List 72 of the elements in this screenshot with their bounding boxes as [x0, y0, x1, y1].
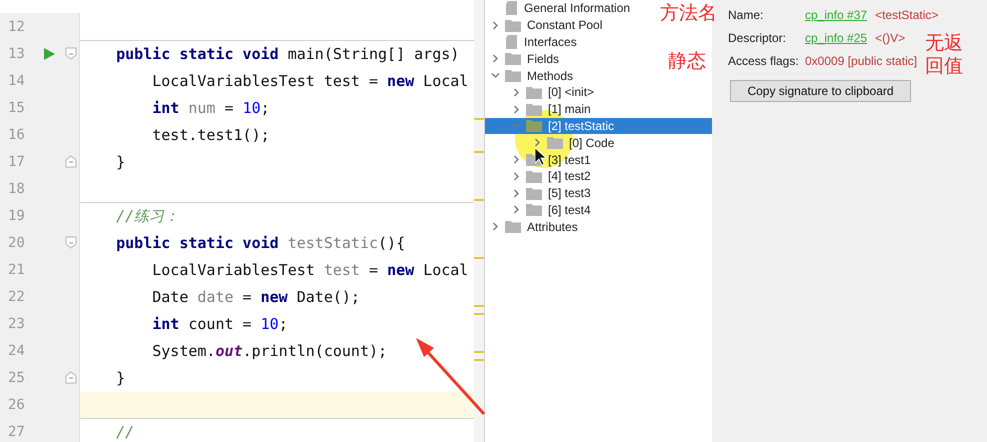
fold-icon[interactable]	[65, 155, 77, 168]
field-label: Name:	[728, 8, 764, 22]
chevron-right-icon[interactable]	[491, 222, 500, 232]
folder-icon	[505, 220, 521, 234]
code-line: Date date = new Date();	[151, 288, 360, 306]
line-number: 19	[8, 208, 26, 224]
folder-icon	[505, 52, 521, 66]
code-line: //	[115, 423, 134, 441]
line-number: 15	[8, 100, 26, 116]
line-number: 13	[8, 46, 26, 62]
field-value: <testStatic>	[875, 8, 938, 22]
tree-item[interactable]: Interfaces	[485, 34, 577, 50]
file-icon	[505, 1, 518, 16]
line-number: 18	[8, 180, 26, 196]
tree-item[interactable]: [5] test3	[485, 184, 591, 202]
tree-item[interactable]: Constant Pool	[485, 16, 602, 34]
annotation-text: 方法名	[660, 2, 717, 25]
file-icon	[505, 34, 518, 49]
field-value: 0x0009 [public static]	[805, 54, 918, 68]
field-label: Access flags:	[728, 54, 800, 68]
tree-item[interactable]: [4] test2	[485, 168, 591, 185]
line-number: 12	[8, 18, 26, 34]
line-number: 21	[8, 262, 26, 278]
folder-icon	[526, 86, 542, 99]
run-icon[interactable]	[44, 48, 54, 60]
annotation-text: 静态	[668, 50, 706, 73]
tree-item[interactable]: Fields	[485, 50, 560, 68]
copy-signature-button[interactable]: Copy signature to clipboard	[730, 80, 911, 102]
line-number: 27	[8, 424, 26, 440]
tree-item[interactable]: General Information	[485, 0, 630, 17]
chevron-right-icon[interactable]	[533, 138, 542, 148]
annotation-text: 无返回值	[925, 32, 964, 78]
line-number: 14	[8, 72, 26, 88]
chevron-right-icon[interactable]	[491, 54, 500, 64]
line-number: 25	[8, 370, 26, 386]
code-line: System.out.println(count);	[151, 342, 388, 360]
tree-item[interactable]: Methods	[485, 67, 574, 84]
fold-icon[interactable]	[65, 47, 77, 60]
line-number: 17	[8, 154, 26, 170]
line-number: 22	[8, 288, 26, 304]
code-line: }	[115, 369, 126, 387]
code-line: LocalVariablesTest test = new Local	[151, 261, 468, 279]
tree-item[interactable]: [1] main	[485, 100, 591, 118]
code-line: }	[115, 153, 126, 171]
line-number: 20	[8, 234, 26, 250]
field-value: <()V>	[875, 30, 906, 44]
tree-item[interactable]: Attributes	[485, 218, 578, 236]
line-number: 26	[8, 396, 26, 412]
folder-icon	[526, 119, 542, 132]
line-number: 23	[8, 316, 26, 332]
chevron-right-icon[interactable]	[491, 20, 500, 30]
field-label: Descriptor:	[728, 30, 788, 44]
line-number: 16	[8, 126, 26, 142]
folder-icon	[505, 18, 521, 32]
code-line: //练习：	[115, 206, 180, 226]
code-line: LocalVariablesTest test = new Local	[151, 72, 468, 90]
fold-icon[interactable]	[65, 371, 77, 384]
code-line: public static void main(String[] args)	[115, 45, 460, 63]
line-number: 24	[8, 342, 26, 358]
code-line: int num = 10;	[151, 99, 270, 117]
mouse-pointer-icon	[535, 148, 547, 166]
code-line: public static void testStatic(){	[115, 234, 406, 252]
code-line: test.test1();	[151, 126, 270, 144]
tree-item[interactable]: [6] test4	[485, 202, 591, 218]
tree-item[interactable]: [2] testStatic	[485, 118, 712, 134]
chevron-down-icon[interactable]	[491, 71, 500, 80]
code-line: int count = 10;	[151, 315, 288, 333]
folder-icon	[526, 186, 542, 200]
tree-item[interactable]: [0] <init>	[485, 84, 594, 101]
folder-icon	[505, 69, 521, 82]
folder-icon	[526, 203, 542, 216]
fold-icon[interactable]	[65, 236, 77, 249]
